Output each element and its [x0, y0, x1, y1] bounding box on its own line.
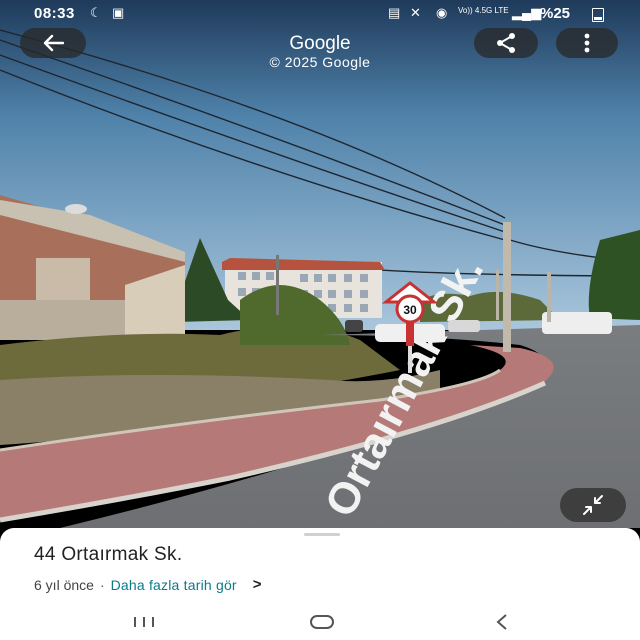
do-not-disturb-icon: ☾	[90, 5, 102, 20]
back-button[interactable]	[20, 28, 86, 58]
collapse-view-button[interactable]	[560, 488, 626, 522]
drag-handle[interactable]	[304, 533, 340, 536]
gallery-icon: ▣	[112, 5, 125, 20]
collapse-arrows-icon	[583, 495, 603, 515]
system-navigation-bar	[0, 604, 640, 640]
see-more-history-link[interactable]: Daha fazla tarih gör	[111, 577, 237, 593]
status-bar: 08:33 ☾ ▣ ▤ ✕ ◉ Vo)) 4.5G LTE ▂▄▆ %25	[0, 0, 640, 26]
chevron-right-icon[interactable]: >	[253, 576, 262, 593]
page-title: Google	[289, 33, 351, 54]
more-options-button[interactable]	[556, 28, 618, 58]
more-vertical-icon	[584, 33, 590, 53]
satellite-dish	[65, 204, 87, 214]
recent-apps-button[interactable]	[124, 610, 164, 634]
separator-dot: ·	[99, 576, 105, 593]
copyright-text: © 2025 Google	[269, 54, 371, 70]
recent-apps-icon	[134, 617, 154, 627]
speed-limit-value: 30	[403, 303, 417, 317]
home-button[interactable]	[302, 610, 342, 634]
chevron-left-icon	[496, 614, 507, 630]
place-name: 44 Ortaırmak Sk.	[34, 544, 183, 565]
clipboard-icon: ▤	[388, 5, 401, 20]
imagery-date-row: 6 yıl önce · Daha fazla tarih gör >	[34, 576, 262, 593]
arrow-left-icon	[43, 34, 64, 52]
back-nav-button[interactable]	[482, 610, 522, 634]
network-label: Vo)) 4.5G LTE	[458, 6, 509, 15]
share-icon	[497, 33, 515, 53]
status-time: 08:33	[34, 5, 75, 22]
location-icon: ◉	[436, 5, 448, 20]
battery-percentage: %25	[540, 5, 571, 22]
battery-icon	[592, 8, 604, 22]
share-button[interactable]	[474, 28, 538, 58]
home-icon	[310, 615, 334, 629]
signal-icon: ▂▄▆	[512, 5, 542, 20]
imagery-age: 6 yıl önce	[34, 576, 94, 593]
utility-pole	[503, 222, 511, 352]
mute-icon: ✕	[410, 5, 421, 20]
